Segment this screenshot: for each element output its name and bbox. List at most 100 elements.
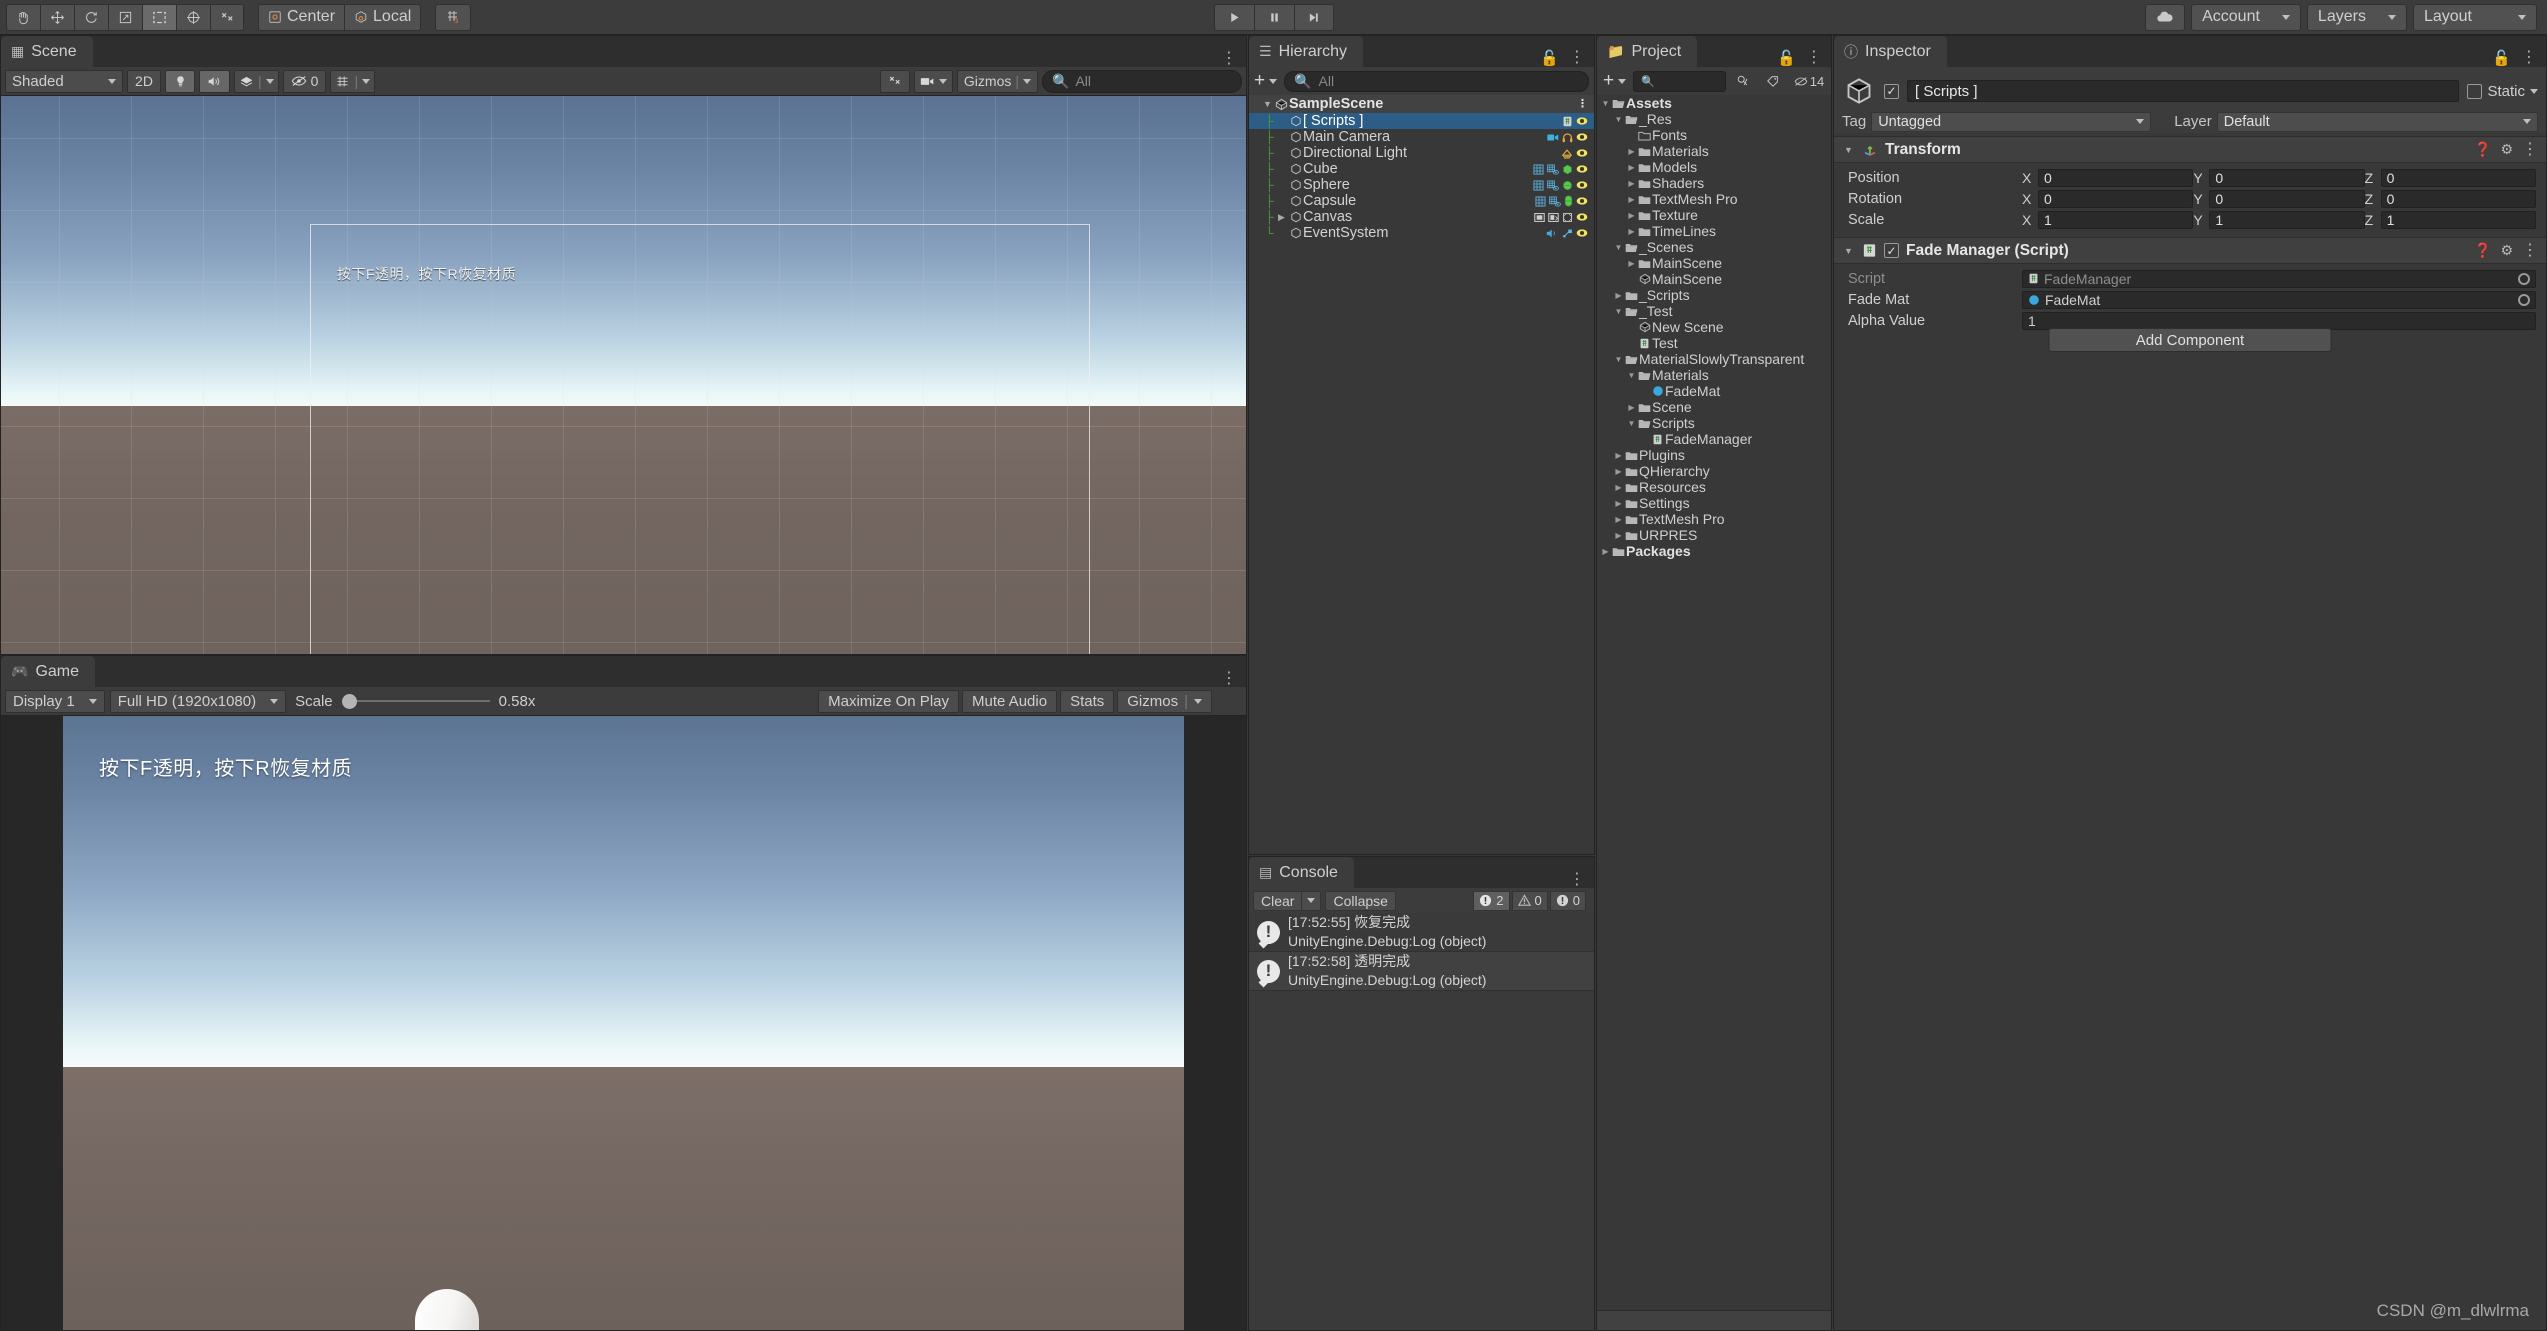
transform-rotation-z-input[interactable]: 0	[2380, 189, 2536, 208]
hierarchy-item-main-camera[interactable]: ├ Main Camera	[1249, 129, 1594, 145]
console-options-icon[interactable]: ⋮	[1569, 872, 1585, 888]
chevron-right-icon[interactable]: ▶	[1626, 179, 1637, 188]
shading-mode-dropdown[interactable]: Shaded	[5, 69, 123, 93]
project-item-assets[interactable]: ▼ Assets	[1597, 95, 1831, 111]
tab-scene[interactable]: ▦ Scene	[1, 36, 93, 67]
object-active-checkbox[interactable]: ✓	[1884, 83, 1899, 99]
resolution-dropdown[interactable]: Full HD (1920x1080)	[109, 689, 287, 713]
preset-icon[interactable]: ⚙	[2500, 141, 2513, 158]
project-filter-label-icon[interactable]	[1760, 70, 1786, 92]
game-viewport[interactable]: 按下F透明，按下R恢复材质	[63, 716, 1184, 1330]
stats-button[interactable]: Stats	[1060, 689, 1115, 713]
project-item-plugins[interactable]: ▶ Plugins	[1597, 447, 1831, 463]
console-collapse-button[interactable]: Collapse	[1325, 890, 1396, 911]
help-icon[interactable]: ❓	[2474, 141, 2491, 158]
display-dropdown[interactable]: Display 1	[5, 689, 105, 713]
project-item-mainscene[interactable]: ▶ MainScene	[1597, 255, 1831, 271]
project-item-scene[interactable]: ▶ Scene	[1597, 399, 1831, 415]
game-gizmos-dropdown[interactable]: Gizmos |	[1117, 689, 1212, 713]
chevron-right-icon[interactable]: ▶	[1626, 259, 1637, 268]
chevron-down-icon[interactable]: ▼	[1613, 355, 1624, 364]
account-dropdown[interactable]: Account	[2191, 3, 2301, 31]
transform-scale-z-input[interactable]: 1	[2380, 210, 2536, 229]
hand-tool-button[interactable]	[6, 3, 40, 31]
scene-camera-dropdown[interactable]	[913, 69, 953, 93]
pivot-mode-button[interactable]: Center	[258, 3, 346, 31]
project-item-urpres[interactable]: ▶ URPRES	[1597, 527, 1831, 543]
chevron-right-icon[interactable]: ▶	[1626, 163, 1637, 172]
visibility-icon[interactable]	[1576, 115, 1588, 127]
chevron-down-icon[interactable]: ▼	[1613, 243, 1624, 252]
project-options-icon[interactable]: ⋮	[1806, 50, 1822, 66]
project-item-packages[interactable]: ▶ Packages	[1597, 543, 1831, 559]
chevron-right-icon[interactable]: ▶	[1600, 547, 1611, 556]
lock-icon[interactable]: 🔓	[1540, 49, 1559, 67]
cloud-icon[interactable]	[2145, 3, 2186, 31]
tag-dropdown[interactable]: Untagged	[1871, 111, 2152, 132]
project-item-mainscene[interactable]: MainScene	[1597, 271, 1831, 287]
hierarchy-item-directional-light[interactable]: ├ Directional Light	[1249, 145, 1594, 161]
visibility-icon[interactable]	[1576, 227, 1588, 239]
project-item-timelines[interactable]: ▶ TimeLines	[1597, 223, 1831, 239]
inspector-options-icon[interactable]: ⋮	[2521, 50, 2537, 66]
visibility-icon[interactable]	[1576, 163, 1588, 175]
hierarchy-options-icon[interactable]: ⋮	[1569, 50, 1585, 66]
scene-tools-button[interactable]	[879, 69, 910, 93]
transform-rotation-x-input[interactable]: 0	[2038, 189, 2194, 208]
hierarchy-item-cube[interactable]: ├ Cube	[1249, 161, 1594, 177]
transform-position-y-input[interactable]: 0	[2209, 168, 2365, 187]
scene-row-options-icon[interactable]: ⋮	[1577, 98, 1588, 110]
fade-manager-header[interactable]: ▼ ✓ Fade Manager (Script) ❓ ⚙ ⋮	[1834, 237, 2546, 264]
scene-search-input[interactable]: 🔍 All	[1042, 69, 1242, 93]
handle-space-button[interactable]: Local	[345, 3, 422, 31]
move-tool-button[interactable]	[40, 3, 74, 31]
add-component-button[interactable]: Add Component	[2048, 328, 2332, 352]
tab-game[interactable]: 🎮 Game	[1, 656, 96, 687]
chevron-down-icon[interactable]: ▼	[1842, 246, 1855, 256]
chevron-right-icon[interactable]: ▶	[1626, 403, 1637, 412]
project-item-scripts[interactable]: ▼ Scripts	[1597, 415, 1831, 431]
project-item-settings[interactable]: ▶ Settings	[1597, 495, 1831, 511]
visibility-icon[interactable]	[1576, 179, 1588, 191]
transform-options-icon[interactable]: ⋮	[2522, 141, 2538, 158]
visibility-icon[interactable]	[1576, 211, 1588, 223]
fade-manager-options-icon[interactable]: ⋮	[2522, 242, 2538, 259]
lock-icon[interactable]: 🔓	[2492, 49, 2511, 67]
scale-tool-button[interactable]	[108, 3, 142, 31]
hierarchy-add-button[interactable]: +	[1254, 70, 1278, 92]
hierarchy-item-scripts[interactable]: ├ [ Scripts ]	[1249, 113, 1594, 129]
project-item-textmesh-pro[interactable]: ▶ TextMesh Pro	[1597, 191, 1831, 207]
transform-position-x-input[interactable]: 0	[2038, 168, 2194, 187]
scene-options-icon[interactable]: ⋮	[1221, 51, 1237, 67]
project-hidden-count[interactable]: 14	[1790, 70, 1828, 92]
custom-tool-button[interactable]	[210, 3, 244, 31]
console-error-counter[interactable]: 2	[1473, 890, 1510, 911]
console-info-counter[interactable]: 0	[1549, 890, 1586, 911]
hierarchy-search-input[interactable]: 🔍 All	[1284, 70, 1589, 92]
scene-visibility-toggle[interactable]: 0	[282, 69, 327, 93]
project-search-input[interactable]: 🔍	[1633, 70, 1726, 92]
hierarchy-item-canvas[interactable]: ├ ▶ Canvas	[1249, 209, 1594, 225]
chevron-right-icon[interactable]: ▶	[1613, 499, 1624, 508]
transform-scale-x-input[interactable]: 1	[2038, 210, 2194, 229]
project-item-test[interactable]: Test	[1597, 335, 1831, 351]
chevron-down-icon[interactable]: ▼	[1600, 99, 1611, 108]
chevron-down-icon[interactable]: ▼	[1613, 115, 1624, 124]
scene-audio-toggle[interactable]	[199, 69, 230, 93]
tab-console[interactable]: ▤ Console	[1249, 857, 1354, 888]
console-clear-dropdown[interactable]	[1302, 890, 1322, 911]
pause-button[interactable]	[1253, 3, 1294, 31]
fade-manager-field-value[interactable]: 1	[2022, 311, 2536, 330]
preset-icon[interactable]: ⚙	[2500, 242, 2513, 259]
hierarchy-item-capsule[interactable]: ├ Capsule	[1249, 193, 1594, 209]
step-button[interactable]	[1293, 3, 1334, 31]
object-picker-icon[interactable]	[2518, 293, 2530, 306]
project-add-button[interactable]: +	[1600, 70, 1629, 92]
layout-dropdown[interactable]: Layout	[2412, 3, 2537, 31]
chevron-down-icon[interactable]: ▼	[1842, 145, 1855, 155]
transform-position-z-input[interactable]: 0	[2380, 168, 2536, 187]
project-item-models[interactable]: ▶ Models	[1597, 159, 1831, 175]
chevron-right-icon[interactable]: ▶	[1613, 483, 1624, 492]
console-entry[interactable]: ! [17:52:55] 恢复完成 UnityEngine.Debug:Log (o…	[1249, 913, 1594, 952]
visibility-icon[interactable]	[1576, 131, 1588, 143]
